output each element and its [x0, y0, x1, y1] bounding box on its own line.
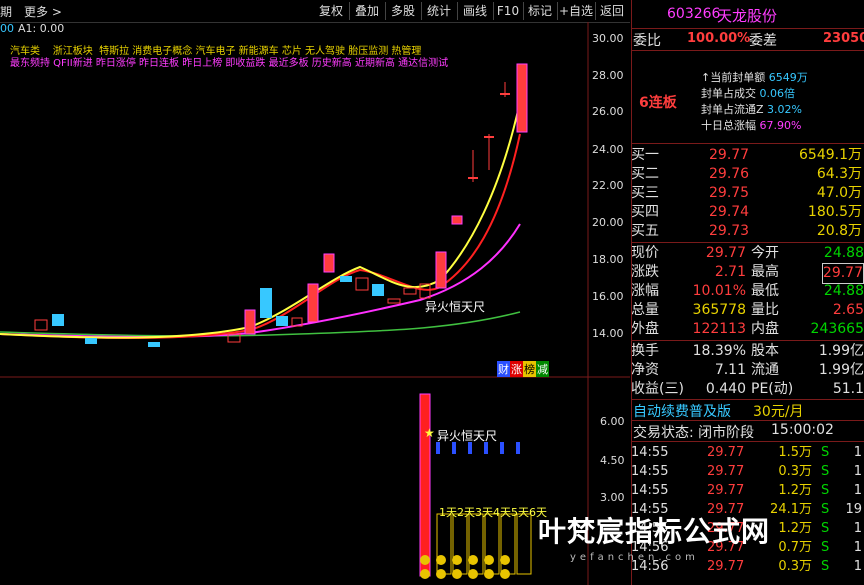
- price-tick: 14.00: [592, 327, 624, 340]
- sub-tick: 3.00: [600, 491, 625, 504]
- signal-label: 异火恒天尺: [425, 300, 486, 314]
- badge-bang: 榜: [523, 361, 536, 377]
- star-icon: ★: [424, 426, 435, 440]
- indicator-value: A1: 0.00: [18, 22, 65, 35]
- watermark: 叶梵宸指标公式网: [538, 515, 771, 548]
- weicha-label: 委差: [749, 33, 777, 49]
- bid-row: 买四 29.74 180.5万: [631, 204, 862, 220]
- fund-row: 换手 18.39% 股本 1.99亿: [631, 343, 864, 359]
- badge-zhang: 涨: [510, 361, 523, 377]
- sub-tick: 6.00: [600, 415, 625, 428]
- price-tick: 30.00: [592, 32, 624, 45]
- fundamentals: 换手 18.39% 股本 1.99亿 净资 7.11 流通 1.99亿 收益(三) 0.440…: [631, 342, 864, 399]
- weibi-value: 100.00%: [687, 31, 751, 46]
- stock-code: 603266: [667, 6, 721, 22]
- badge-jian: 减: [536, 361, 549, 377]
- bid-row: 买二 29.76 64.3万: [631, 166, 862, 182]
- day-label: 5天: [511, 506, 529, 519]
- tag-line: 最东频持 QFII新进 昨日涨停 昨日连板 昨日上榜 即收益跌 最近多板 历史新…: [10, 58, 449, 69]
- day-label: 3天: [475, 506, 493, 519]
- draw-line-button[interactable]: 画线: [457, 2, 494, 20]
- status-time: 15:00:02: [771, 422, 834, 438]
- trade-row: 14:55 29.77 0.3万 S 1: [631, 464, 862, 479]
- trade-status: 交易状态: 闭市阶段: [633, 425, 755, 441]
- quote-row: 涨幅 10.01% 最低 24.88: [631, 283, 864, 299]
- signal-tower: [419, 393, 431, 577]
- period-label[interactable]: 期: [0, 3, 12, 20]
- add-watchlist-button[interactable]: +自选: [557, 2, 596, 20]
- bid-row: 买一 29.77 6549.1万: [631, 147, 862, 163]
- price-tick: 18.00: [592, 253, 624, 266]
- board-count: 6连板: [639, 95, 677, 111]
- quote-row: 总量 365778 量比 2.65: [631, 302, 864, 318]
- more-button[interactable]: 更多 >: [24, 3, 62, 20]
- trade-row: 14:55 29.77 1.5万 S 1: [631, 445, 862, 460]
- bid-list: 买一 29.77 6549.1万 买二 29.76 64.3万 买三 29.75 47.0万…: [631, 146, 864, 241]
- quote-table: 现价 29.77 今开 24.88 涨跌 2.71 最高 29.77 涨幅 10.01% 最低 2…: [631, 244, 864, 339]
- day-label: 4天: [493, 506, 511, 519]
- back-button[interactable]: 返回: [595, 2, 629, 20]
- bid-row: 买五 29.73 20.8万: [631, 223, 862, 239]
- watermark-url: yefanchen.com: [570, 552, 699, 563]
- price-tick: 26.00: [592, 105, 624, 118]
- price-tick: 16.00: [592, 290, 624, 303]
- price-tick: 28.00: [592, 69, 624, 82]
- f10-button[interactable]: F10: [493, 2, 524, 20]
- weicha-value: 23050: [823, 31, 864, 46]
- bid-row: 买三 29.75 47.0万: [631, 185, 862, 201]
- day-counter: 1天2天3天4天5天6天: [439, 504, 547, 520]
- quote-row: 外盘 122113 内盘 243665: [631, 321, 864, 337]
- stock-header: 603266 天龙股份: [631, 0, 864, 29]
- mark-button[interactable]: 标记: [523, 2, 558, 20]
- toolbar: 期 更多 > 复权 叠加 多股 统计 画线 F10 标记 +自选 返回: [0, 0, 630, 23]
- badge-cai: 财: [497, 361, 510, 377]
- stock-name: 天龙股份: [717, 7, 778, 25]
- fund-row: 收益(三) 0.440 PE(动) 51.1: [631, 381, 864, 397]
- day-boxes: [436, 513, 532, 575]
- price-tick: 22.00: [592, 179, 624, 192]
- kline-svg: [0, 22, 630, 585]
- promo-price[interactable]: 30元/月: [753, 401, 804, 421]
- coin-stack: [420, 555, 510, 579]
- sub-signal-label: 异火恒天尺: [437, 429, 498, 443]
- sub-tick: 4.50: [600, 454, 625, 467]
- overlay-button[interactable]: 叠加: [349, 2, 386, 20]
- indicator-prefix: 00: [0, 22, 14, 35]
- price-tick: 24.00: [592, 143, 624, 156]
- price-tick: 20.00: [592, 216, 624, 229]
- kline-chart[interactable]: 00 A1: 0.00 汽车类 浙江板块 特斯拉 消费电子概念 汽车电子 新能源…: [0, 22, 630, 585]
- quote-row: 现价 29.77 今开 24.88: [631, 245, 864, 261]
- quote-panel: 603266 天龙股份 委比 100.00% 委差 23050 6连板 ↑当前封…: [631, 0, 864, 585]
- fund-row: 净资 7.11 流通 1.99亿: [631, 362, 864, 378]
- fuquan-button[interactable]: 复权: [313, 2, 350, 20]
- trade-row: 14:55 29.77 1.2万 S 1: [631, 483, 862, 498]
- stats-button[interactable]: 统计: [421, 2, 458, 20]
- day-label: 2天: [457, 506, 475, 519]
- quote-row: 涨跌 2.71 最高 29.77: [631, 263, 864, 284]
- weibi-label: 委比: [633, 33, 661, 49]
- seal-stats: ↑当前封单额 6549万 封单占成交 0.06倍 封单占流通Z 3.02% 十日…: [701, 71, 808, 132]
- day-label: 1天: [439, 506, 457, 519]
- multi-stock-button[interactable]: 多股: [385, 2, 422, 20]
- promo-link[interactable]: 自动续费普及版: [633, 401, 731, 421]
